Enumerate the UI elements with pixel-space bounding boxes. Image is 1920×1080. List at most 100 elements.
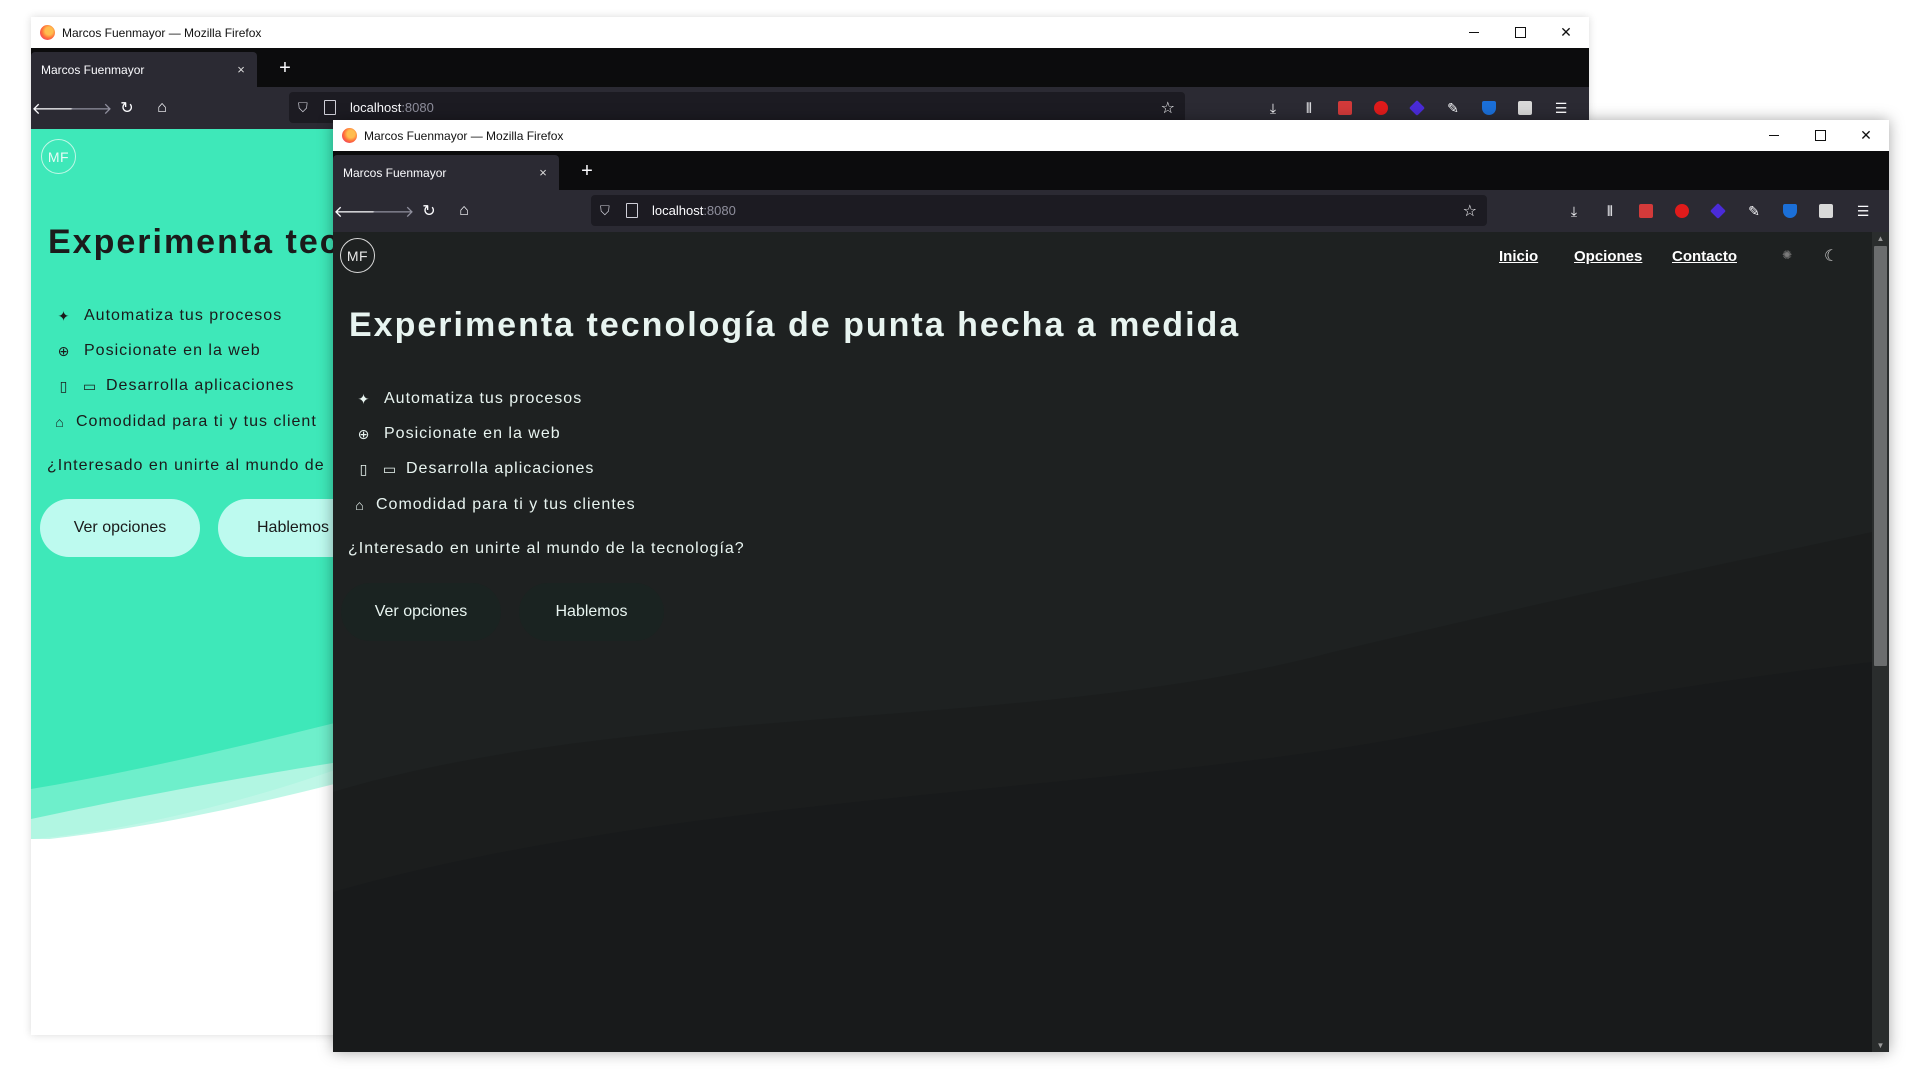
feature-text: Desarrolla aplicaciones [406,460,595,477]
feature-item: ⊕ Posicionate en la web [354,425,561,443]
tab-strip: Marcos Fuenmayor × + [333,151,1889,190]
back-arrow-icon[interactable]: 🡐 [32,96,75,120]
hero-title: Experimenta tecnología de punta hecha a … [349,306,1241,344]
url-host: localhost [652,203,704,218]
url-port: :8080 [703,203,736,218]
site-logo[interactable]: MF [41,139,76,174]
feature-text: Comodidad para ti y tus client [76,413,317,430]
extension-diamond-icon[interactable] [1708,201,1728,221]
store-icon: ⌂ [55,414,65,430]
menu-icon[interactable]: ☰ [1853,201,1873,221]
close-window-button[interactable]: ✕ [1843,120,1889,151]
moon-icon[interactable]: ☾ [1824,246,1838,266]
maximize-button[interactable] [1797,120,1843,151]
tracking-shield-icon[interactable]: ⛉ [600,203,614,219]
hablemos-button[interactable]: Hablemos [519,583,664,641]
browser-window-dark: Marcos Fuenmayor — Mozilla Firefox ✕ Mar… [333,120,1889,1052]
globe-icon: ⊕ [357,425,371,442]
tab-close-icon[interactable]: × [231,62,251,77]
scrollbar[interactable]: ▲ ▼ [1872,232,1889,1052]
browser-tab[interactable]: Marcos Fuenmayor × [333,155,559,190]
minimize-button[interactable] [1451,17,1497,48]
firefox-logo-icon [342,128,357,143]
feature-text: Posicionate en la web [384,425,561,442]
tab-close-icon[interactable]: × [533,165,553,180]
title-bar: Marcos Fuenmayor — Mozilla Firefox ✕ [31,17,1589,48]
scroll-up-icon[interactable]: ▲ [1872,234,1889,243]
ver-opciones-button[interactable]: Ver opciones [40,499,200,557]
shield-extension-icon[interactable] [1780,201,1800,221]
feature-item: ⊕ Posicionate en la web [54,342,261,360]
globe-icon: ⊕ [57,342,71,359]
minimize-button[interactable] [1751,120,1797,151]
nav-link-opciones[interactable]: Opciones [1574,248,1642,265]
dark-wave-background [333,532,1872,1052]
page-icon [626,203,638,218]
hero-title: Experimenta tec [48,223,341,261]
url-bar[interactable]: ⛉ localhost:8080 ☆ [289,92,1185,123]
ver-opciones-button[interactable]: Ver opciones [341,583,501,641]
extension-window-icon[interactable] [1816,201,1836,221]
bookmark-star-icon[interactable]: ☆ [1463,201,1477,221]
forward-arrow-icon[interactable]: 🡒 [372,199,415,223]
store-icon: ⌂ [355,497,365,513]
magic-wand-icon: ✦ [57,307,71,324]
desktop-icon: ▭ [82,377,98,394]
menu-icon[interactable]: ☰ [1551,98,1571,118]
extension-red-icon[interactable] [1335,98,1355,118]
download-icon[interactable]: ⤓ [1263,98,1283,118]
pen-icon[interactable]: ✎ [1744,201,1764,221]
feature-text: Posicionate en la web [84,342,261,359]
sun-icon[interactable]: ✺ [1782,248,1792,262]
feature-text: Comodidad para ti y tus clientes [376,496,636,513]
maximize-button[interactable] [1497,17,1543,48]
extension-opera-icon[interactable] [1672,201,1692,221]
home-icon[interactable]: ⌂ [150,96,174,120]
browser-tab[interactable]: Marcos Fuenmayor × [31,52,257,87]
new-tab-button[interactable]: + [273,56,297,80]
reload-icon[interactable]: ↻ [417,199,441,223]
library-icon[interactable]: ⫴ [1299,98,1319,118]
pen-icon[interactable]: ✎ [1443,98,1463,118]
extension-diamond-icon[interactable] [1407,98,1427,118]
window-title: Marcos Fuenmayor — Mozilla Firefox [62,25,262,40]
forward-arrow-icon[interactable]: 🡒 [70,96,113,120]
window-title: Marcos Fuenmayor — Mozilla Firefox [364,128,564,143]
back-arrow-icon[interactable]: 🡐 [334,199,377,223]
title-bar: Marcos Fuenmayor — Mozilla Firefox ✕ [333,120,1889,151]
mobile-icon: ▯ [359,460,369,477]
feature-text: Automatiza tus procesos [384,390,583,407]
bookmark-star-icon[interactable]: ☆ [1161,98,1175,118]
library-icon[interactable]: ⫴ [1600,201,1620,221]
feature-item: ⌂ Comodidad para ti y tus clientes [350,496,636,514]
feature-text: Automatiza tus procesos [84,307,283,324]
nav-toolbar: 🡐 🡒 ↻ ⌂ ⛉ localhost:8080 ☆ ⤓ ⫴ ✎ ☰ [333,190,1889,232]
tracking-shield-icon[interactable]: ⛉ [298,100,312,116]
tagline: ¿Interesado en unirte al mundo de [47,457,325,474]
site-logo[interactable]: MF [340,238,375,273]
feature-item: ⌂ Comodidad para ti y tus client [50,413,317,431]
tab-strip: Marcos Fuenmayor × + [31,48,1589,87]
new-tab-button[interactable]: + [575,159,599,183]
reload-icon[interactable]: ↻ [115,96,139,120]
extension-red-icon[interactable] [1636,201,1656,221]
feature-item: ▯ ▭ Desarrolla aplicaciones [54,377,294,395]
page-icon [324,100,336,115]
scroll-down-icon[interactable]: ▼ [1872,1041,1889,1050]
nav-link-inicio[interactable]: Inicio [1499,248,1538,265]
nav-link-contacto[interactable]: Contacto [1672,248,1737,265]
feature-item: ▯ ▭ Desarrolla aplicaciones [354,460,594,478]
shield-extension-icon[interactable] [1479,98,1499,118]
tab-title: Marcos Fuenmayor [41,62,145,77]
download-icon[interactable]: ⤓ [1564,201,1584,221]
extension-opera-icon[interactable] [1371,98,1391,118]
scrollbar-thumb[interactable] [1874,246,1887,666]
close-window-button[interactable]: ✕ [1543,17,1589,48]
url-bar[interactable]: ⛉ localhost:8080 ☆ [591,195,1487,226]
tagline: ¿Interesado en unirte al mundo de la tec… [348,540,745,557]
extension-window-icon[interactable] [1515,98,1535,118]
url-host: localhost [350,100,402,115]
tab-title: Marcos Fuenmayor [343,165,447,180]
home-icon[interactable]: ⌂ [452,199,476,223]
feature-item: ✦ Automatiza tus procesos [354,390,582,408]
